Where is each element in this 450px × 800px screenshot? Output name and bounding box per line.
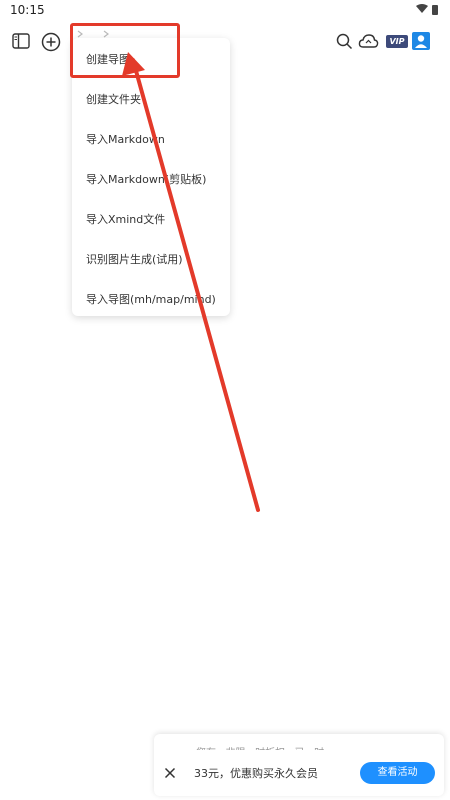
close-icon[interactable] [164, 767, 176, 779]
wifi-icon [416, 4, 428, 13]
menu-item-import-xmind[interactable]: 导入Xmind文件 [86, 211, 165, 227]
menu-item-create-folder[interactable]: 创建文件夹 [86, 91, 141, 107]
promo-banner: 您有 · 非限 · 时折扣 · 已 · 时 33元，优惠购买永久会员 查看活动 [154, 734, 444, 796]
sidebar-toggle-icon[interactable] [12, 33, 30, 49]
view-activity-button[interactable]: 查看活动 [360, 762, 435, 784]
menu-item-import-mindmap[interactable]: 导入导图(mh/map/mind) [86, 291, 216, 307]
annotation-highlight-box [70, 23, 180, 78]
promo-text: 33元，优惠购买永久会员 [194, 767, 318, 780]
menu-item-recognize-image[interactable]: 识别图片生成(试用) [86, 251, 183, 267]
promo-hidden-text: 您有 · 非限 · 时折扣 · 已 · 时 [196, 744, 324, 750]
vip-badge[interactable]: VIP [386, 35, 408, 48]
battery-icon [432, 5, 438, 15]
user-icon[interactable] [412, 32, 430, 50]
status-time: 10:15 [10, 3, 45, 17]
cloud-sync-icon[interactable] [358, 33, 379, 50]
add-circle-icon[interactable] [41, 32, 61, 52]
menu-item-import-markdown[interactable]: 导入Markdown [86, 131, 165, 147]
menu-item-import-markdown-clipboard[interactable]: 导入Markdown(剪贴板) [86, 171, 206, 187]
create-menu: 创建导图 创建文件夹 导入Markdown 导入Markdown(剪贴板) 导入… [72, 38, 230, 316]
status-bar: 10:15 [0, 0, 450, 22]
search-icon[interactable] [336, 33, 353, 50]
